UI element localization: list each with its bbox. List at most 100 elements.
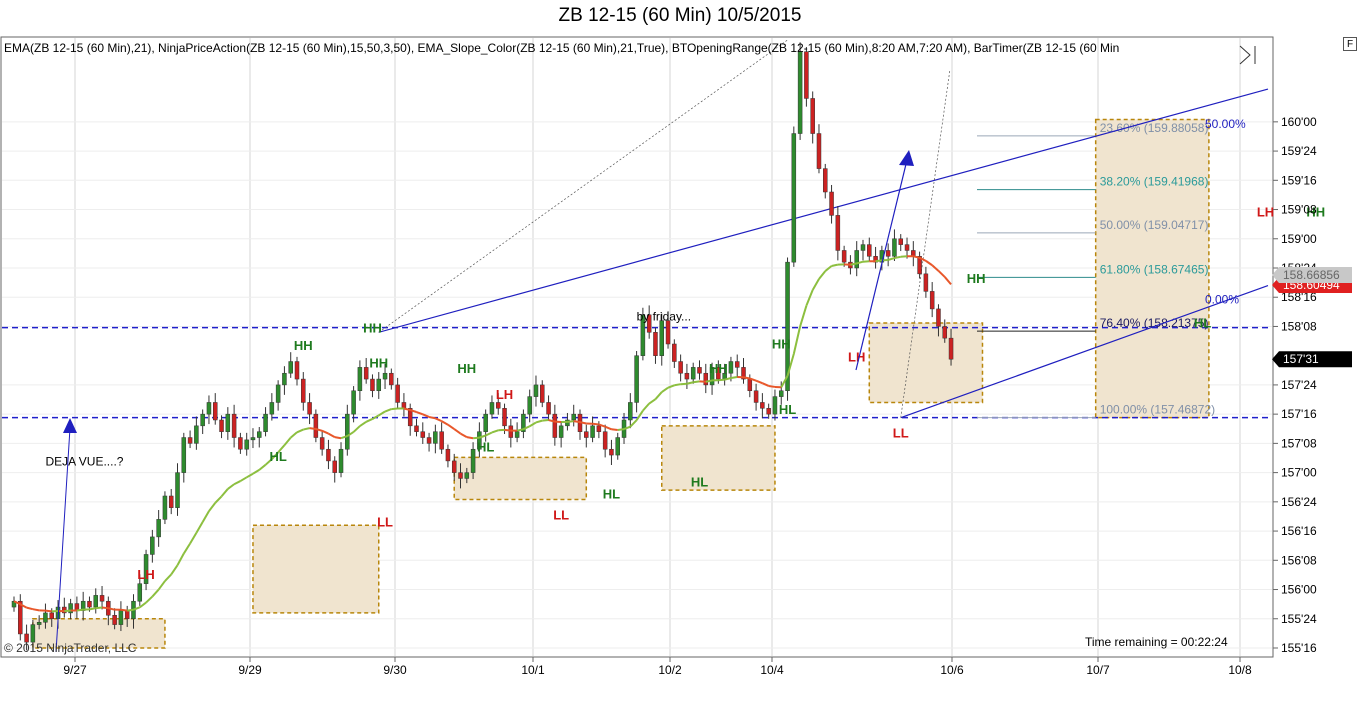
candle[interactable] [797, 42, 803, 140]
candle[interactable] [433, 424, 438, 454]
candle[interactable] [602, 424, 608, 458]
candle[interactable] [854, 241, 859, 277]
candle[interactable] [867, 237, 872, 261]
candle[interactable] [269, 393, 275, 421]
candle[interactable] [653, 327, 658, 364]
candle[interactable] [892, 229, 897, 261]
candle[interactable] [741, 358, 746, 384]
candle[interactable] [257, 427, 262, 448]
candle[interactable] [168, 488, 174, 515]
candle[interactable] [319, 430, 325, 456]
candle[interactable] [175, 463, 180, 516]
candle[interactable] [540, 380, 545, 408]
candle[interactable] [332, 456, 337, 483]
candle[interactable] [810, 91, 815, 144]
candle[interactable] [753, 383, 759, 411]
candle[interactable] [294, 356, 300, 386]
candle[interactable] [275, 380, 281, 411]
candle[interactable] [634, 351, 639, 413]
candle[interactable] [156, 510, 161, 547]
candle[interactable] [672, 339, 677, 368]
candle[interactable] [628, 393, 633, 429]
candle[interactable] [250, 428, 256, 449]
candle[interactable] [288, 352, 293, 378]
candle[interactable] [414, 418, 419, 437]
candle[interactable] [766, 403, 771, 419]
candle[interactable] [552, 404, 558, 446]
candle[interactable] [307, 393, 312, 425]
candle[interactable] [93, 588, 99, 614]
candle[interactable] [326, 439, 331, 470]
candle[interactable] [439, 422, 444, 454]
candle[interactable] [590, 416, 595, 443]
candle[interactable] [527, 389, 532, 423]
candle[interactable] [338, 442, 344, 478]
candle[interactable] [835, 206, 841, 261]
candle[interactable] [514, 422, 520, 443]
candle[interactable] [80, 591, 86, 621]
candle[interactable] [313, 409, 319, 443]
candle[interactable] [345, 404, 350, 456]
candle[interactable] [734, 354, 740, 378]
candle[interactable] [351, 386, 356, 423]
candle[interactable] [584, 424, 589, 448]
candle-body [835, 215, 841, 251]
candle[interactable] [407, 403, 413, 436]
candle[interactable] [533, 375, 539, 407]
candle[interactable] [804, 47, 809, 107]
candle[interactable] [18, 594, 23, 641]
candle[interactable] [225, 407, 231, 440]
candle[interactable] [68, 598, 73, 620]
candle[interactable] [357, 360, 363, 401]
candle[interactable] [187, 430, 193, 449]
candle[interactable] [376, 372, 382, 399]
candle[interactable] [885, 243, 891, 267]
candle[interactable] [923, 266, 929, 298]
swing-label: HH [369, 355, 388, 370]
candle[interactable] [445, 444, 451, 468]
candle[interactable] [212, 393, 218, 425]
candle[interactable] [860, 239, 866, 261]
candle[interactable] [911, 241, 916, 267]
candle[interactable] [219, 415, 224, 439]
candle[interactable] [150, 529, 155, 563]
candle[interactable] [615, 432, 620, 460]
candle[interactable] [420, 422, 426, 444]
price-chart[interactable]: 23.60% (159.88058) 38.20% (159.41968) 50.0… [0, 0, 1360, 712]
candle[interactable] [162, 491, 168, 525]
candle[interactable] [823, 163, 828, 199]
candle[interactable] [62, 597, 67, 618]
candle[interactable] [791, 126, 797, 267]
candle[interactable] [363, 358, 369, 384]
candle[interactable] [546, 395, 551, 421]
candle[interactable] [426, 432, 432, 452]
candle[interactable] [200, 409, 205, 435]
candle[interactable] [11, 596, 17, 612]
candle[interactable] [577, 409, 583, 440]
candle[interactable] [401, 393, 407, 417]
candle[interactable] [489, 395, 495, 419]
candle[interactable] [678, 354, 683, 382]
candle[interactable] [181, 432, 187, 483]
candle[interactable] [873, 246, 878, 269]
candle[interactable] [703, 363, 709, 394]
candle[interactable] [929, 282, 935, 318]
candle[interactable] [395, 377, 400, 409]
candle[interactable] [898, 234, 903, 252]
candle[interactable] [263, 407, 268, 437]
candle[interactable] [301, 372, 306, 411]
candle[interactable] [244, 432, 249, 456]
candle[interactable] [697, 360, 702, 380]
candle[interactable] [282, 366, 287, 395]
candle[interactable] [571, 404, 576, 427]
candle[interactable] [194, 416, 199, 450]
candle[interactable] [690, 362, 696, 384]
candle[interactable] [370, 374, 375, 398]
candle[interactable] [231, 404, 237, 448]
candle[interactable] [816, 124, 822, 174]
candle[interactable] [238, 432, 243, 454]
candle[interactable] [206, 395, 212, 425]
candle[interactable] [829, 184, 834, 224]
candle[interactable] [389, 368, 394, 390]
candle[interactable] [772, 389, 778, 421]
